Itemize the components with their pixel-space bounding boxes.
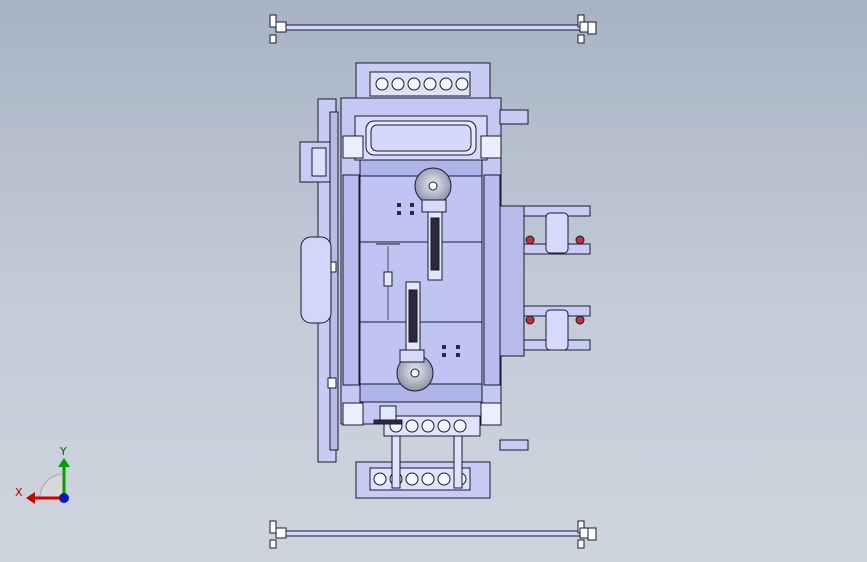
left-side-plate bbox=[299, 98, 339, 463]
coordinate-triad: Y X bbox=[15, 445, 70, 504]
top-mount-plate bbox=[355, 62, 491, 104]
y-axis-arrowhead bbox=[58, 458, 70, 467]
z-axis-dot bbox=[59, 493, 69, 503]
bottom-mount-plate bbox=[355, 461, 491, 499]
top-rail-assembly bbox=[269, 14, 597, 44]
cad-viewport[interactable]: Y X bbox=[0, 0, 867, 562]
x-axis-label: X bbox=[15, 486, 23, 499]
y-axis-label: Y bbox=[59, 445, 67, 458]
x-axis-arrowhead bbox=[26, 492, 35, 504]
bottom-rail-assembly bbox=[269, 520, 597, 549]
right-guide-arms bbox=[499, 109, 591, 451]
